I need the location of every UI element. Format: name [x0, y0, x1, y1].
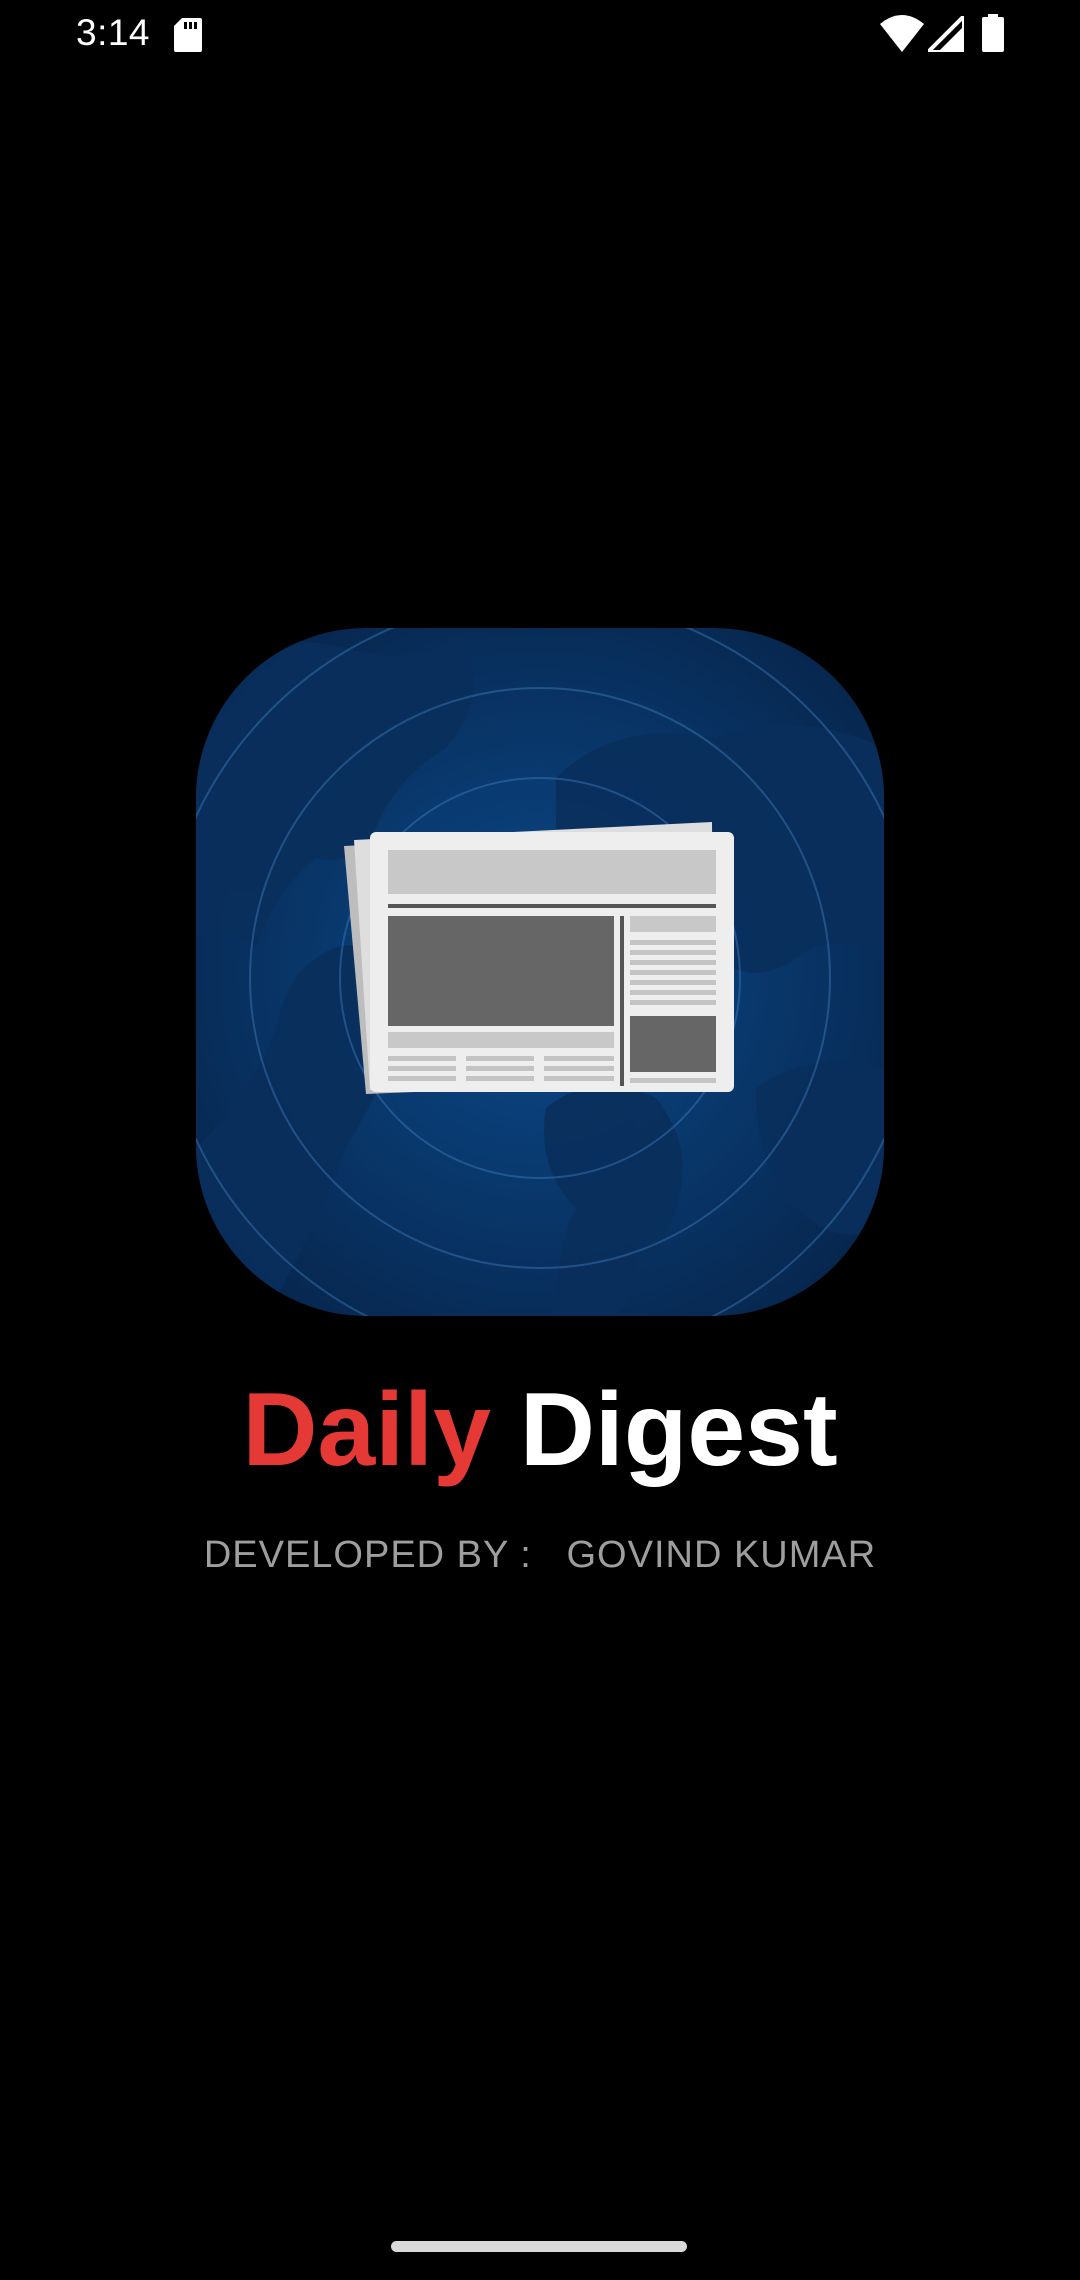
status-time: 3:14 — [76, 12, 151, 53]
status-bar: 3:14 — [0, 0, 1080, 70]
developer-name: GOVIND KUMAR — [566, 1534, 877, 1576]
globe-newspaper-icon — [196, 628, 884, 1316]
app-title-daily: Daily — [242, 1372, 491, 1488]
app-title: Daily Digest — [0, 1378, 1080, 1482]
developer-credit: DEVELOPED BY : GOVIND KUMAR — [0, 1534, 1080, 1577]
battery-icon — [982, 14, 1004, 52]
wifi-icon — [880, 15, 924, 52]
app-title-digest: Digest — [519, 1372, 838, 1488]
gesture-nav-handle[interactable] — [391, 2241, 687, 2252]
sd-card-icon — [174, 18, 202, 52]
developer-label: DEVELOPED BY : — [203, 1534, 532, 1576]
cell-signal-icon — [928, 16, 964, 52]
